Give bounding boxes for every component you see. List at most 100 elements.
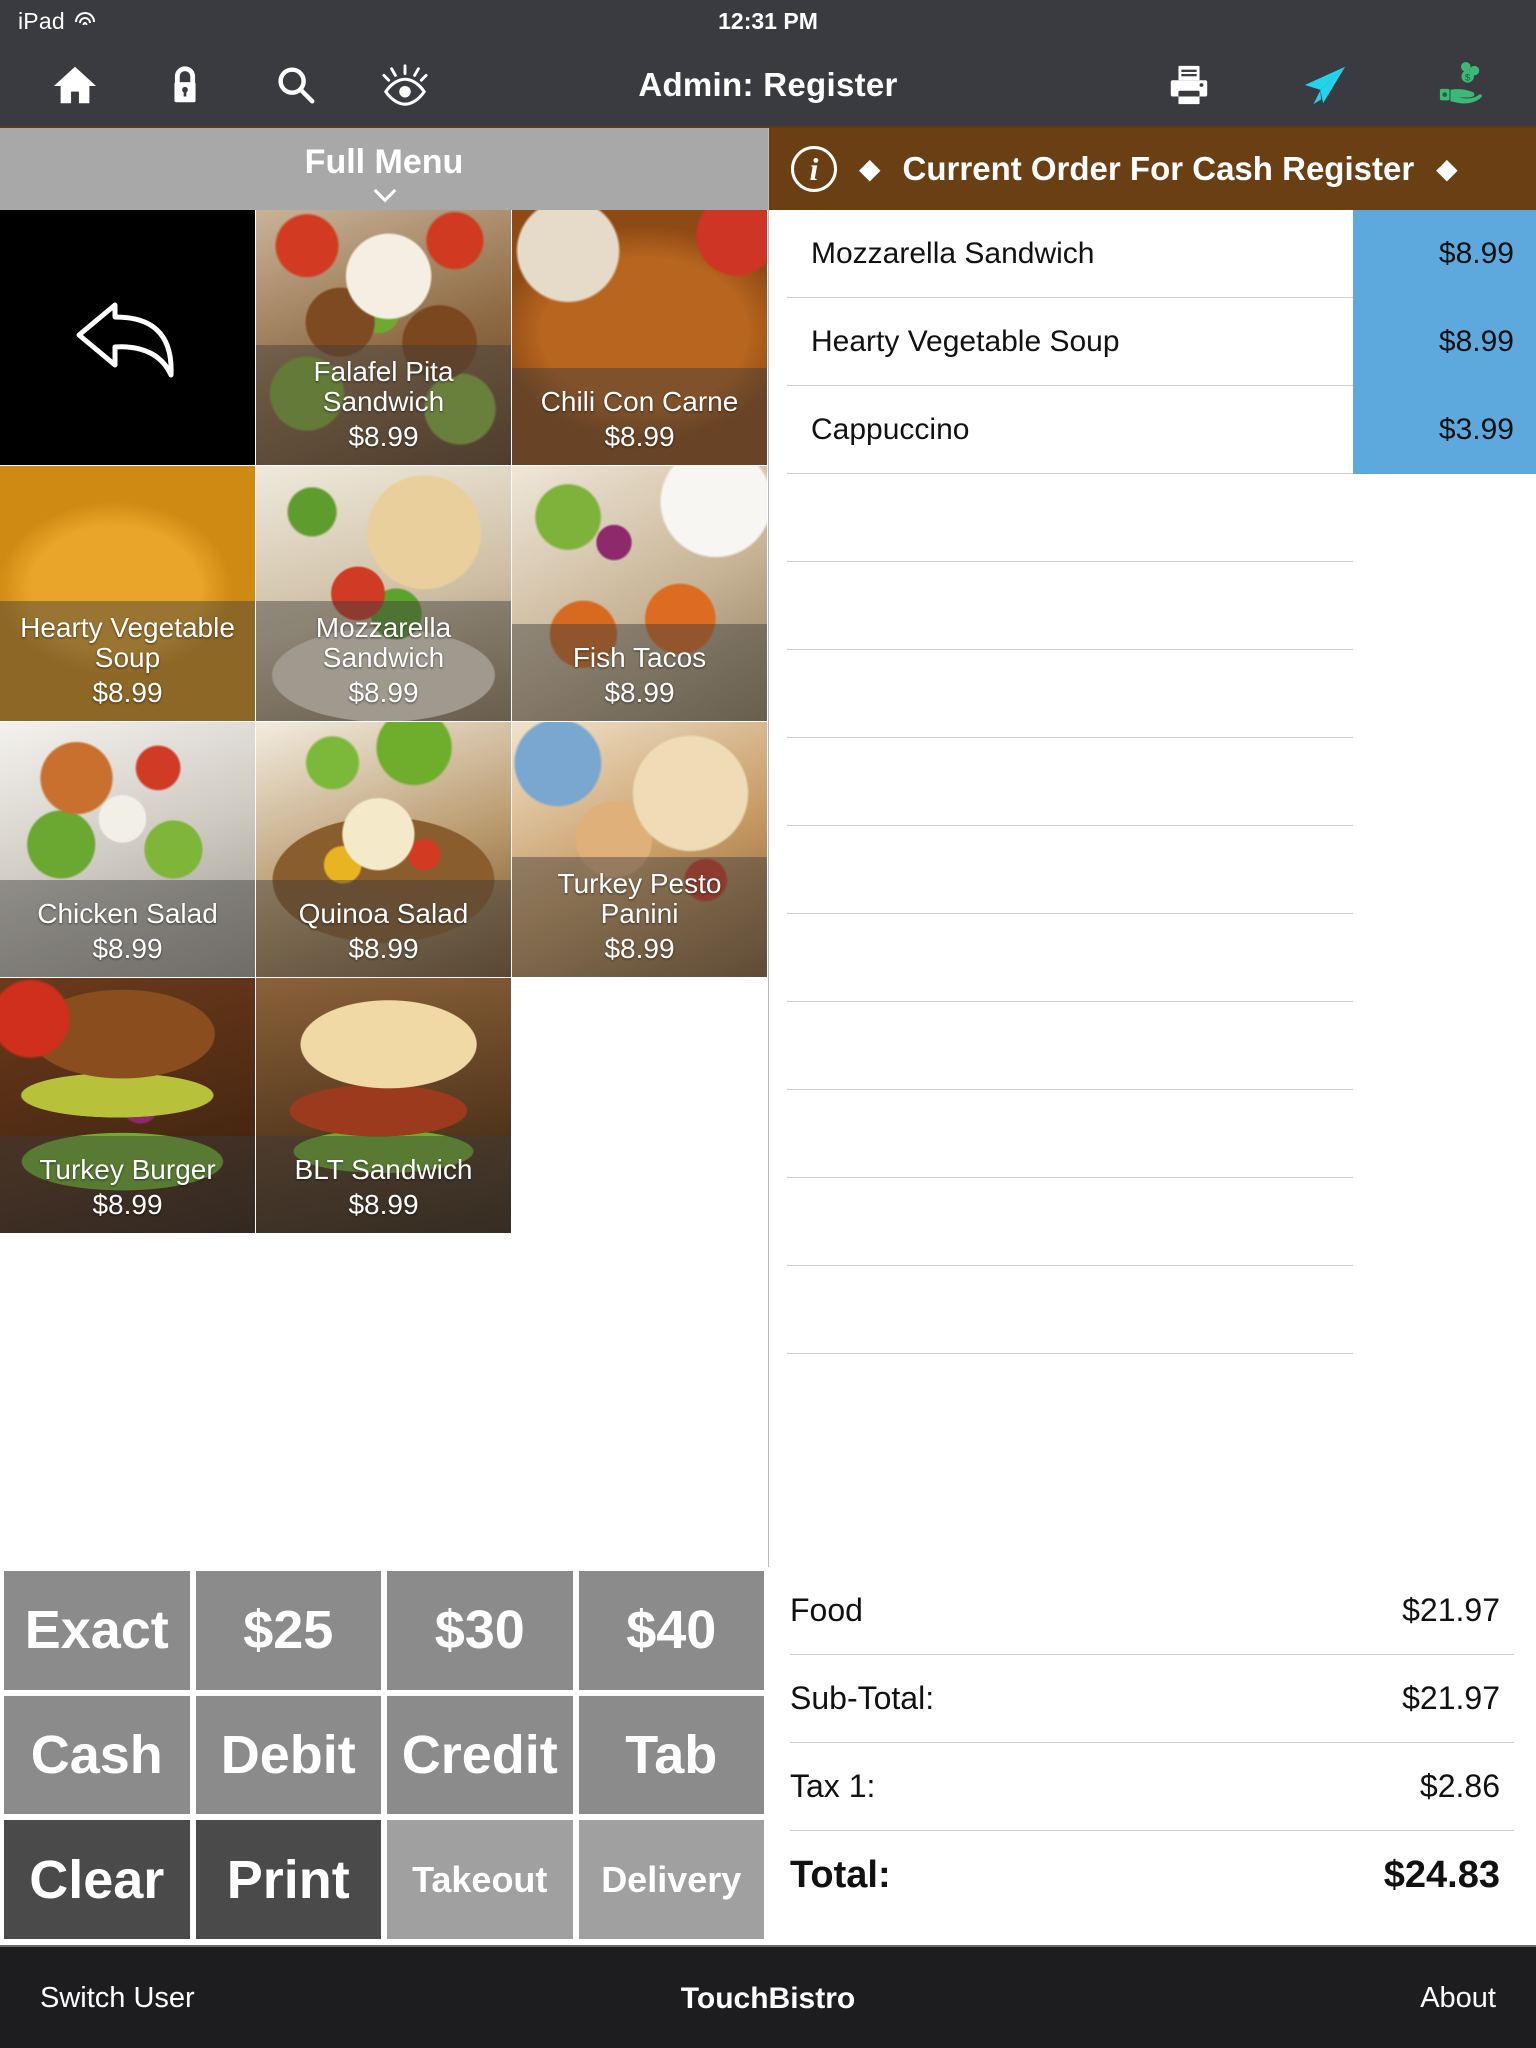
bottom-bar: Switch User TouchBistro About (0, 1945, 1536, 2048)
diamond-right-icon[interactable]: ◆ (1436, 155, 1458, 183)
order-row-empty[interactable] (769, 1002, 1536, 1090)
order-empty-name (787, 474, 1353, 562)
menu-item-price: $8.99 (348, 933, 419, 964)
status-bar-clock: 12:31 PM (718, 7, 818, 34)
order-row-empty[interactable] (769, 826, 1536, 914)
keypad-button[interactable]: $30 (387, 1571, 573, 1690)
total-value: $2.86 (1419, 1768, 1500, 1804)
keypad-button[interactable]: Credit (387, 1695, 573, 1815)
menu-item-caption: BLT Sandwich $8.99 (256, 1136, 511, 1233)
menu-item-name: Falafel Pita Sandwich (313, 355, 454, 417)
menu-item-name: Turkey Pesto Panini (557, 867, 722, 929)
menu-item-tile[interactable]: Chili Con Carne $8.99 (512, 210, 767, 465)
printer-icon[interactable] (1166, 62, 1212, 108)
ios-status-bar: iPad 12:31 PM (0, 0, 1536, 42)
cash-in-hand-icon[interactable]: $ (1438, 62, 1484, 108)
menu-item-caption: Turkey Pesto Panini $8.99 (512, 857, 767, 977)
menu-item-price: $8.99 (348, 1189, 419, 1220)
order-empty-price (1353, 474, 1536, 562)
menu-item-price: $8.99 (348, 421, 419, 452)
about-button[interactable]: About (1420, 1947, 1496, 2048)
order-empty-name (787, 1178, 1353, 1266)
keypad-button[interactable]: Takeout (387, 1820, 573, 1939)
menu-item-price: $8.99 (604, 421, 675, 452)
menu-item-price: $8.99 (604, 933, 675, 964)
menu-item-tile[interactable]: Turkey Pesto Panini $8.99 (512, 722, 767, 977)
total-value: $24.83 (1383, 1853, 1500, 1896)
top-nav-bar: Admin: Register $ (0, 42, 1536, 128)
total-label: Food (790, 1592, 863, 1628)
order-row[interactable]: Cappuccino $3.99 (769, 386, 1536, 474)
menu-item-name: Turkey Burger (39, 1153, 216, 1185)
order-row-empty[interactable] (769, 474, 1536, 562)
order-empty-name (787, 1266, 1353, 1354)
order-item-price: $8.99 (1353, 298, 1536, 386)
order-header-title: Current Order For Cash Register (902, 150, 1415, 187)
order-row[interactable]: Mozzarella Sandwich $8.99 (769, 210, 1536, 298)
order-item-price: $8.99 (1353, 210, 1536, 298)
menu-item-tile[interactable]: Falafel Pita Sandwich $8.99 (256, 210, 511, 465)
total-row: Sub-Total: $21.97 (790, 1655, 1514, 1743)
diamond-left-icon[interactable]: ◆ (859, 155, 881, 183)
menu-item-caption: Falafel Pita Sandwich $8.99 (256, 345, 511, 465)
menu-item-tile[interactable]: Turkey Burger $8.99 (0, 978, 255, 1233)
menu-item-price: $8.99 (92, 1189, 163, 1220)
menu-item-price: $8.99 (604, 677, 675, 708)
order-row[interactable]: Hearty Vegetable Soup $8.99 (769, 298, 1536, 386)
order-empty-name (787, 650, 1353, 738)
order-item-name: Mozzarella Sandwich (787, 210, 1353, 298)
order-empty-price (1353, 738, 1536, 826)
keypad-button[interactable]: Debit (195, 1695, 381, 1815)
back-tile[interactable] (0, 210, 255, 465)
order-row-empty[interactable] (769, 738, 1536, 826)
menu-item-tile[interactable]: Hearty Vegetable Soup $8.99 (0, 466, 255, 721)
menu-item-name: Hearty Vegetable Soup (20, 611, 235, 673)
total-value: $21.97 (1402, 1680, 1500, 1716)
order-empty-name (787, 1090, 1353, 1178)
menu-item-caption: Quinoa Salad $8.99 (256, 880, 511, 977)
paper-plane-icon[interactable] (1302, 62, 1348, 108)
menu-item-tile[interactable]: BLT Sandwich $8.99 (256, 978, 511, 1233)
menu-item-name: Mozzarella Sandwich (315, 611, 452, 673)
menu-item-name: Quinoa Salad (298, 897, 469, 929)
order-row-empty[interactable] (769, 1090, 1536, 1178)
order-row-empty[interactable] (769, 650, 1536, 738)
info-circle-icon[interactable]: i (791, 146, 837, 192)
svg-text:$: $ (1465, 73, 1471, 84)
keypad-button[interactable]: Tab (578, 1695, 764, 1815)
keypad-button[interactable]: $40 (578, 1571, 764, 1690)
keypad-button[interactable]: Cash (4, 1695, 190, 1815)
menu-item-price: $8.99 (348, 677, 419, 708)
keypad-button[interactable]: Clear (4, 1820, 190, 1939)
brand-label: TouchBistro (680, 1981, 856, 2015)
menu-item-name: Chili Con Carne (540, 385, 739, 417)
order-row-empty[interactable] (769, 914, 1536, 1002)
menu-item-name: Fish Tacos (572, 641, 707, 673)
nav-right-icon-group: $ (1166, 42, 1484, 128)
total-row: Food $21.97 (790, 1567, 1514, 1655)
menu-item-name: BLT Sandwich (294, 1153, 473, 1185)
order-row-empty[interactable] (769, 1178, 1536, 1266)
order-empty-price (1353, 650, 1536, 738)
keypad-button[interactable]: Delivery (578, 1820, 764, 1939)
keypad-button[interactable]: Exact (4, 1571, 190, 1690)
keypad-button[interactable]: Print (195, 1820, 381, 1939)
order-empty-name (787, 914, 1353, 1002)
menu-item-tile[interactable]: Chicken Salad $8.99 (0, 722, 255, 977)
order-empty-price (1353, 914, 1536, 1002)
total-label: Total: (790, 1853, 891, 1896)
keypad-button[interactable]: $25 (195, 1571, 381, 1690)
menu-item-caption: Chicken Salad $8.99 (0, 880, 255, 977)
menu-item-tile[interactable]: Quinoa Salad $8.99 (256, 722, 511, 977)
order-row-empty[interactable] (769, 1266, 1536, 1354)
menu-item-tile[interactable]: Fish Tacos $8.99 (512, 466, 767, 721)
menu-item-caption: Chili Con Carne $8.99 (512, 368, 767, 465)
total-row: Tax 1: $2.86 (790, 1743, 1514, 1831)
total-label: Sub-Total: (790, 1680, 935, 1716)
menu-item-tile[interactable]: Mozzarella Sandwich $8.99 (256, 466, 511, 721)
menu-header[interactable]: Full Menu (0, 128, 768, 210)
total-value: $21.97 (1402, 1592, 1500, 1628)
payment-keypad: Exact $25 $30 $40 Cash Debit Credit Tab Clear Pri… (0, 1567, 768, 1945)
order-row-empty[interactable] (769, 562, 1536, 650)
order-item-price: $3.99 (1353, 386, 1536, 474)
